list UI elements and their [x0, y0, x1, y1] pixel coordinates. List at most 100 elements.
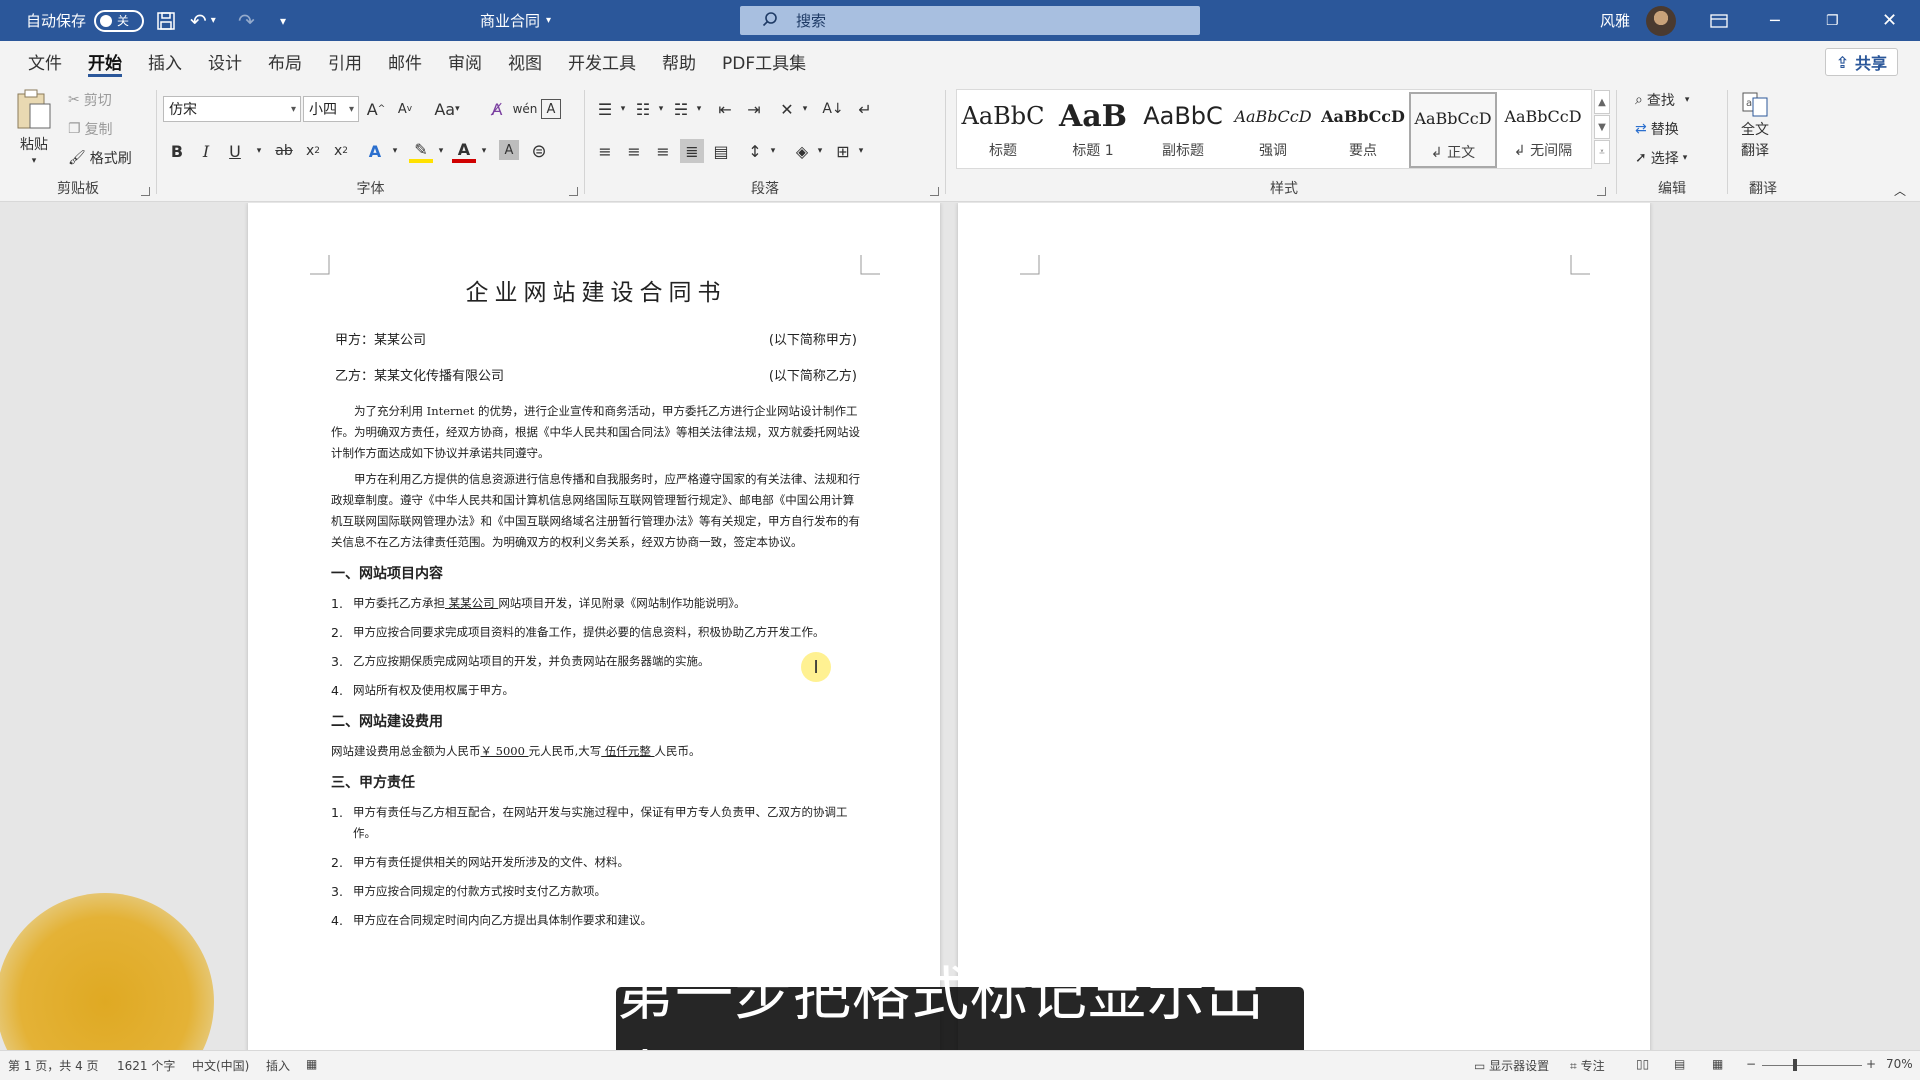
format-painter-button[interactable]: 🖌 格式刷	[68, 148, 132, 168]
change-case-icon[interactable]: Aa ▾	[429, 97, 465, 121]
select-button[interactable]: ➚ 选择 ▾	[1635, 148, 1687, 168]
align-left-icon[interactable]: ≡	[593, 139, 617, 163]
display-settings-button[interactable]: ▭ 显示器设置	[1474, 1057, 1549, 1074]
page-count[interactable]: 第 1 页，共 4 页	[8, 1057, 99, 1074]
tab-layout[interactable]: 布局	[255, 41, 315, 82]
tab-review[interactable]: 审阅	[435, 41, 495, 82]
shading-dropdown-icon[interactable]: ▾	[808, 139, 832, 163]
multilevel-dropdown-icon[interactable]: ▾	[687, 97, 711, 121]
show-formatting-marks-icon[interactable]: ↵	[853, 97, 877, 121]
close-icon[interactable]: ✕	[1882, 0, 1897, 41]
autosave-control[interactable]: 自动保存 关	[26, 0, 145, 41]
word-count[interactable]: 1621 个字	[117, 1057, 175, 1074]
insert-mode[interactable]: 插入	[266, 1057, 290, 1074]
avatar[interactable]	[1646, 0, 1676, 41]
tab-pdf-tools[interactable]: PDF工具集	[709, 41, 819, 82]
strikethrough-icon[interactable]: ab	[272, 139, 296, 163]
ribbon-display-icon[interactable]	[1710, 0, 1728, 41]
copy-label: 复制	[84, 122, 113, 138]
zoom-out-icon[interactable]: −	[1746, 1057, 1756, 1071]
underline-dropdown-icon[interactable]: ▾	[247, 139, 271, 163]
justify-icon[interactable]: ≣	[680, 139, 704, 163]
char-border-icon[interactable]: A	[541, 99, 561, 119]
cut-button[interactable]: ✂ 剪切	[68, 90, 112, 110]
share-button[interactable]: ⇪ 共享	[1824, 48, 1898, 76]
read-mode-icon[interactable]: ▯▯	[1636, 1057, 1649, 1071]
document-canvas[interactable]: 企业网站建设合同书 甲方：某某公司 (以下简称甲方) 乙方：某某文化传播有限公司 (…	[0, 203, 1920, 1050]
borders-dropdown-icon[interactable]: ▾	[849, 139, 873, 163]
document-body[interactable]: 企业网站建设合同书 甲方：某某公司 (以下简称甲方) 乙方：某某文化传播有限公司 (…	[331, 273, 861, 939]
highlight-dropdown-icon[interactable]: ▾	[429, 139, 453, 163]
language[interactable]: 中文(中国)	[192, 1057, 249, 1074]
char-shading-icon[interactable]: A	[499, 140, 519, 160]
text-effects-dropdown-icon[interactable]: ▾	[383, 139, 407, 163]
shrink-font-icon[interactable]: Av	[393, 97, 417, 121]
clear-formatting-icon[interactable]: A̸	[485, 97, 509, 121]
enclose-char-icon[interactable]: ⊜	[527, 139, 551, 163]
tab-help[interactable]: 帮助	[649, 41, 709, 82]
increase-indent-icon[interactable]: ⇥	[742, 97, 766, 121]
font-launcher[interactable]	[569, 187, 578, 196]
translate-button[interactable]: a 全文 翻译	[1740, 90, 1770, 160]
tab-design[interactable]: 设计	[195, 41, 255, 82]
distributed-icon[interactable]: ▤	[709, 139, 733, 163]
underline-icon[interactable]: U	[223, 139, 247, 163]
copy-button[interactable]: ❐ 复制	[68, 119, 113, 139]
subscript-icon[interactable]: x2	[301, 139, 325, 163]
zoom-slider-thumb[interactable]	[1793, 1059, 1797, 1071]
customize-qat-icon[interactable]: ▾	[280, 0, 286, 41]
user-name[interactable]: 风雅	[1600, 0, 1630, 41]
align-right-icon[interactable]: ≡	[651, 139, 675, 163]
paste-button[interactable]: 粘贴 ▾	[14, 88, 54, 166]
tab-insert[interactable]: 插入	[135, 41, 195, 82]
restore-icon[interactable]: ❐	[1826, 0, 1839, 41]
cut-label: 剪切	[83, 93, 112, 109]
autosave-toggle[interactable]: 关	[94, 9, 145, 32]
decrease-indent-icon[interactable]: ⇤	[713, 97, 737, 121]
redo-icon[interactable]: ↷	[238, 0, 255, 41]
tab-developer[interactable]: 开发工具	[555, 41, 649, 82]
save-icon[interactable]	[156, 0, 176, 41]
fee-line: 网站建设费用总金额为人民币￥ 5000 元人民币,大写 伍仟元整 人民币。	[331, 741, 861, 762]
undo-icon[interactable]: ↶ ▾	[190, 0, 216, 41]
clipboard-launcher[interactable]	[141, 187, 150, 196]
tab-home[interactable]: 开始	[75, 41, 135, 82]
font-size-select[interactable]: 小四 ▾	[303, 96, 359, 122]
web-layout-icon[interactable]: ▦	[1712, 1057, 1723, 1071]
collapse-ribbon-icon[interactable]: ︿	[1894, 182, 1906, 199]
page-2[interactable]	[958, 203, 1650, 1050]
align-center-icon[interactable]: ≡	[622, 139, 646, 163]
search-box[interactable]: 搜索	[740, 6, 1200, 35]
zoom-in-icon[interactable]: +	[1866, 1057, 1876, 1071]
font-name-select[interactable]: 仿宋 ▾	[163, 96, 301, 122]
sort-icon[interactable]: A↓	[821, 97, 845, 121]
bold-icon[interactable]: B	[165, 139, 189, 163]
print-layout-icon[interactable]: ▤	[1674, 1057, 1685, 1071]
styles-launcher[interactable]	[1597, 187, 1606, 196]
chinese-layout-dropdown-icon[interactable]: ▾	[793, 97, 817, 121]
minimize-icon[interactable]: ─	[1770, 0, 1780, 41]
font-color-dropdown-icon[interactable]: ▾	[472, 139, 496, 163]
tab-mailings[interactable]: 邮件	[375, 41, 435, 82]
zoom-slider[interactable]	[1762, 1065, 1862, 1066]
paragraph-launcher[interactable]	[930, 187, 939, 196]
brush-icon: 🖌	[68, 150, 86, 166]
line-spacing-dropdown-icon[interactable]: ▾	[761, 139, 785, 163]
corner-mark	[860, 255, 880, 275]
grow-font-icon[interactable]: A ^	[364, 97, 388, 121]
list-number: 1.	[331, 805, 343, 820]
page-1[interactable]: 企业网站建设合同书 甲方：某某公司 (以下简称甲方) 乙方：某某文化传播有限公司 (…	[248, 203, 940, 1050]
tab-references[interactable]: 引用	[315, 41, 375, 82]
macro-record-icon[interactable]: ▦	[306, 1057, 317, 1071]
replace-button[interactable]: ⇄ 替换	[1635, 119, 1679, 139]
tab-file[interactable]: 文件	[15, 41, 75, 82]
superscript-icon[interactable]: x2	[329, 139, 353, 163]
phonetic-guide-icon[interactable]: wén	[513, 97, 538, 121]
list-number: 2.	[331, 855, 343, 870]
zoom-level[interactable]: 70%	[1886, 1057, 1913, 1071]
document-name[interactable]: 商业合同 ▾	[480, 0, 551, 41]
tab-view[interactable]: 视图	[495, 41, 555, 82]
italic-icon[interactable]: I	[194, 139, 218, 163]
find-button[interactable]: ⌕ 查找 ▾	[1635, 90, 1689, 110]
focus-button[interactable]: ⌗ 专注	[1570, 1057, 1605, 1074]
